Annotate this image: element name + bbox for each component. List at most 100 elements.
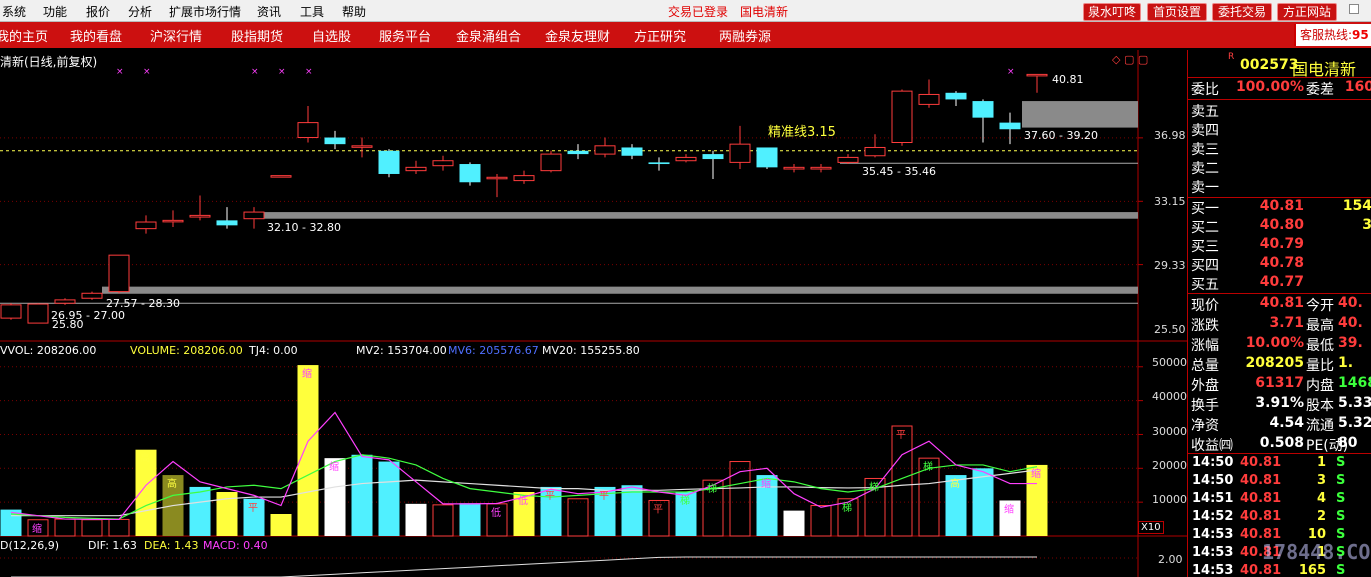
- nav-margin-source[interactable]: 两融券源: [719, 26, 771, 45]
- stat-label: 涨幅: [1191, 338, 1219, 354]
- vol-axis-label: 50000: [1152, 356, 1187, 369]
- candle-body: [459, 164, 481, 183]
- vol-header-tj4: TJ4: 0.00: [249, 344, 298, 357]
- order-diff-value: 160: [1344, 79, 1371, 95]
- bid-row: 买五 40.77: [1188, 274, 1371, 294]
- candle-body: [972, 101, 994, 118]
- nav-index-futures[interactable]: 股指期货: [231, 26, 283, 45]
- stat-label: 最低: [1306, 338, 1334, 354]
- nav-service-platform[interactable]: 服务平台: [379, 26, 431, 45]
- menu-news[interactable]: 资讯: [257, 3, 281, 20]
- ask-row: 卖四: [1188, 120, 1371, 140]
- minimize-icon[interactable]: [1349, 4, 1359, 14]
- candle-body: [837, 156, 859, 163]
- tick-row: 14:53 40.81 165 S: [1188, 563, 1371, 577]
- tick-volume: 4: [1316, 491, 1326, 506]
- nav-founder-research[interactable]: 方正研究: [634, 26, 686, 45]
- tick-row: 14:51 40.81 4 S: [1188, 491, 1371, 509]
- stock-code: 002573: [1240, 57, 1299, 73]
- stat-label: 涨跌: [1191, 318, 1219, 334]
- nav-shsz-quote[interactable]: 沪深行情: [150, 26, 202, 45]
- high-price-label: 40.81: [1052, 73, 1084, 86]
- divider: [1188, 453, 1371, 454]
- current-stock-name: 国电清新: [740, 5, 789, 19]
- stat-label: 流通: [1306, 418, 1334, 434]
- menu-help[interactable]: 帮助: [342, 3, 366, 20]
- nav-bar: 我的主页 我的看盘 沪深行情 股指期货 自选股 服务平台 金泉涌组合 金泉友理财…: [0, 22, 1371, 48]
- candle-body: [297, 122, 319, 139]
- hotline-label: 客服热线:: [1300, 28, 1353, 42]
- signal-marker: ×: [143, 67, 151, 77]
- volume-bar: [783, 510, 805, 536]
- macd-axis-label: 2.00: [1158, 553, 1183, 566]
- stat-value: 40.: [1338, 315, 1363, 331]
- menu-bar: 系统 功能 报价 分析 扩展市场行情 资讯 工具 帮助 交易已登录 国电清新 泉…: [0, 0, 1371, 22]
- stock-chart[interactable]: 高缩高缩平缩低 平低平平梯梯缩梯梯平梯高缩缩× × × × × ×: [0, 50, 1187, 577]
- trade-login-status: 交易已登录: [668, 5, 729, 19]
- price-axis-label: 36.98: [1154, 129, 1186, 142]
- stat-row: 总量 208205 量比 1.: [1188, 355, 1371, 375]
- nav-watchlist[interactable]: 自选股: [312, 26, 351, 45]
- volume-mark: 梯: [707, 482, 717, 495]
- tick-side: S: [1336, 491, 1346, 506]
- nav-jinquan-finance[interactable]: 金泉友理财: [545, 26, 610, 45]
- quote-panel: R 002573 国电清新 委比 100.00% 委差 160 卖五 卖四 卖三…: [1187, 50, 1371, 577]
- hotline-banner: 客服热线:95: [1294, 24, 1371, 46]
- bid-volume: 154: [1342, 198, 1371, 214]
- ask-row: 卖三: [1188, 139, 1371, 159]
- tick-volume: 3: [1316, 473, 1326, 488]
- candle-body: [810, 166, 832, 170]
- entrust-trade-button[interactable]: 委托交易: [1212, 3, 1272, 21]
- volume-mark: 缩: [302, 367, 312, 380]
- zone-label: 32.10 - 32.80: [267, 221, 341, 234]
- nav-my-watch[interactable]: 我的看盘: [70, 26, 122, 45]
- stat-row: 收益㈣ 0.508 PE(动) 80: [1188, 435, 1371, 455]
- stat-label: 今开: [1306, 298, 1334, 314]
- tick-time: 14:53: [1192, 527, 1234, 542]
- stat-value: 0.508: [1259, 435, 1304, 451]
- zone-label: 35.45 - 35.46: [862, 165, 936, 178]
- founder-website-button[interactable]: 方正网站: [1277, 3, 1337, 21]
- volume-bar: [459, 503, 481, 536]
- candle-body: [108, 254, 130, 293]
- nav-my-home[interactable]: 我的主页: [0, 26, 48, 45]
- home-settings-button[interactable]: 首页设置: [1147, 3, 1207, 21]
- stat-label: 收益㈣: [1191, 438, 1233, 454]
- bid-row: 买四 40.78: [1188, 255, 1371, 275]
- volume-bar: [729, 461, 751, 537]
- candle-body: [945, 92, 967, 100]
- candle-body: [648, 162, 670, 165]
- menu-quote[interactable]: 报价: [86, 3, 110, 20]
- menu-extended-market[interactable]: 扩展市场行情: [169, 3, 241, 20]
- quanshui-button[interactable]: 泉水叮咚: [1083, 3, 1141, 21]
- volume-mark: 缩: [1004, 502, 1014, 515]
- menu-tools[interactable]: 工具: [300, 3, 324, 20]
- tick-volume: 1: [1316, 455, 1326, 470]
- stat-label: 总量: [1191, 358, 1219, 374]
- tick-price: 40.81: [1240, 491, 1282, 506]
- volume-mark: 梯: [842, 501, 852, 514]
- stat-label: 量比: [1306, 358, 1334, 374]
- bid-label: 买三: [1191, 239, 1219, 255]
- stat-label: 最高: [1306, 318, 1334, 334]
- stat-value: 5.33: [1338, 395, 1371, 411]
- nav-jinquan-combo[interactable]: 金泉涌组合: [456, 26, 521, 45]
- volume-mark: 缩: [761, 477, 771, 490]
- tick-row: 14:52 40.81 2 S: [1188, 509, 1371, 527]
- menu-function[interactable]: 功能: [43, 3, 67, 20]
- chart-options-icon[interactable]: ◇ ▢ ▢: [1112, 53, 1148, 66]
- stat-value: 1468: [1338, 375, 1371, 391]
- candle-body: [999, 122, 1021, 130]
- menu-analysis[interactable]: 分析: [128, 3, 152, 20]
- candle-body: [81, 292, 103, 299]
- support-zone-band: [263, 212, 1138, 219]
- stat-value: 1.: [1338, 355, 1354, 371]
- candle-body: [405, 166, 427, 172]
- candle-body: [918, 93, 940, 105]
- bid-price: 40.81: [1259, 198, 1304, 214]
- stat-label: 净资: [1191, 418, 1219, 434]
- candle-body: [567, 150, 589, 155]
- ask-label: 卖三: [1191, 142, 1219, 158]
- tick-time: 14:53: [1192, 545, 1234, 560]
- menu-system[interactable]: 系统: [2, 3, 26, 20]
